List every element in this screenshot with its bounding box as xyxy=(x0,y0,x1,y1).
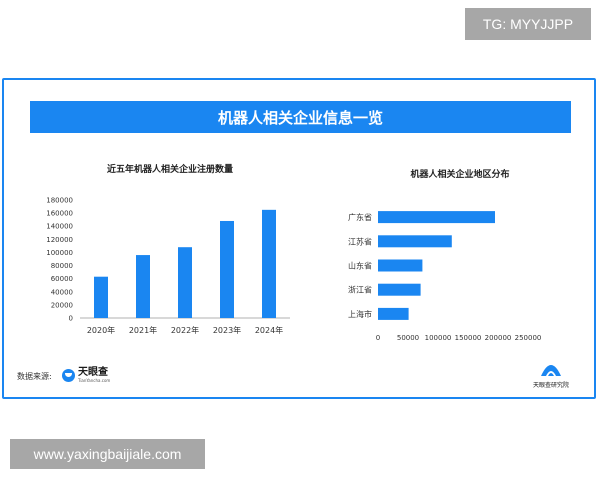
region-label: 江苏省 xyxy=(348,236,372,246)
right-x-tick-label: 50000 xyxy=(397,334,419,342)
right-x-tick-label: 250000 xyxy=(515,334,542,342)
region-bar xyxy=(378,211,495,224)
source-label: 数据来源: xyxy=(17,372,52,381)
institute-logo: 天眼查研究院 xyxy=(525,358,577,389)
region-bar xyxy=(378,235,452,248)
institute-name: 天眼查研究院 xyxy=(532,382,569,389)
logo-name: 天眼查 xyxy=(78,367,108,378)
region-label: 广东省 xyxy=(348,212,372,222)
tianyancha-logo-icon xyxy=(62,369,75,382)
tianyancha-institute-logo-icon xyxy=(541,365,561,376)
right-x-tick-label: 100000 xyxy=(425,334,452,342)
region-bar xyxy=(378,283,421,296)
logo-subtitle: TianYancha.com xyxy=(78,378,111,383)
region-bar xyxy=(378,259,423,272)
right-x-tick-label: 0 xyxy=(376,334,380,342)
region-bar xyxy=(378,307,409,320)
region-label: 山东省 xyxy=(348,261,372,271)
right-x-tick-label: 200000 xyxy=(485,334,512,342)
region-label: 浙江省 xyxy=(348,285,372,295)
region-label: 上海市 xyxy=(348,309,372,319)
region-distribution-bar-chart: 广东省江苏省山东省浙江省上海市 0 50000 100000 150000 200000 2… xyxy=(348,211,542,342)
watermark-badge-bottom: www.yaxingbaijiale.com xyxy=(10,439,205,469)
tianyancha-logo: 天眼查 TianYancha.com xyxy=(62,368,110,383)
right-x-tick-label: 150000 xyxy=(455,334,482,342)
